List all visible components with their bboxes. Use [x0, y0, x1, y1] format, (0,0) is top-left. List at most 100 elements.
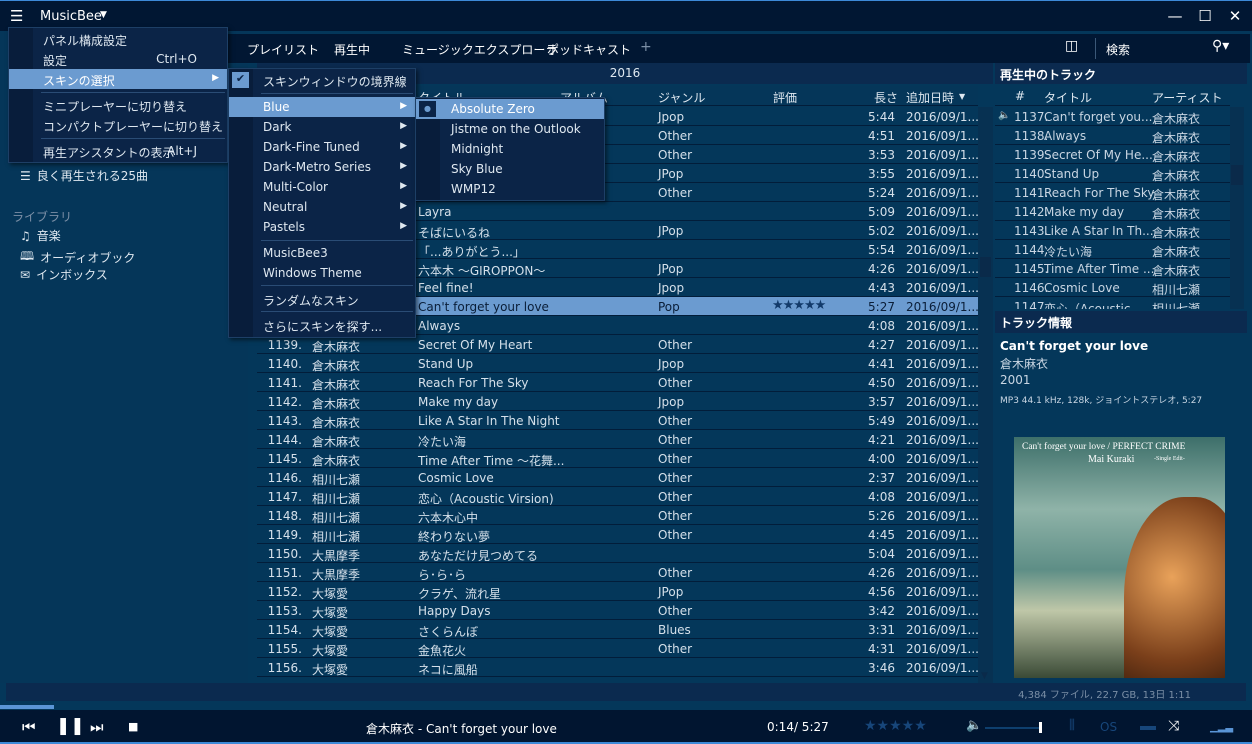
now-playing-row[interactable]: 1146. Cosmic Love 相川七瀬 [995, 278, 1230, 297]
table-row[interactable]: 1156. 大塚愛 ネコに風船 3:46 2016/09/1... [257, 658, 978, 677]
track-title: Secret Of My He... [1044, 148, 1153, 162]
table-row[interactable]: 1149. 相川七瀬 終わりない夢 Other 4:45 2016/09/1... [257, 525, 978, 544]
table-row[interactable]: 1142. 倉木麻衣 Make my day Jpop 3:57 2016/09/1... [257, 392, 978, 411]
column-genre[interactable]: ジャンル [658, 89, 705, 106]
maximize-button[interactable]: ☐ [1190, 7, 1220, 25]
tab-music-explorer[interactable]: ミュージックエクスプローラ [402, 41, 557, 58]
minimize-button[interactable]: — [1160, 7, 1190, 25]
track-length: 5:49 [868, 414, 895, 428]
column-length[interactable]: 長さ [874, 89, 898, 106]
menu-item-settings[interactable]: 設定 Ctrl+O [9, 49, 227, 69]
volume-icon[interactable]: 🔈 [966, 718, 982, 733]
now-playing-scrollbar[interactable] [1230, 107, 1244, 309]
sidebar-item-music[interactable]: ♫ 音楽 [20, 227, 61, 244]
volume-slider[interactable] [985, 727, 1041, 729]
tab-playlist[interactable]: プレイリスト [247, 41, 319, 58]
scrollbar[interactable]: ▼ [978, 107, 993, 683]
table-row[interactable]: 1155. 大塚愛 金魚花火 Other 4:31 2016/09/1... [257, 639, 978, 658]
menu-item-skin-blue[interactable]: Blue ▶ [229, 97, 415, 117]
table-row[interactable]: 1148. 相川七瀬 六本木心中 Other 5:26 2016/09/1... [257, 506, 978, 525]
column-artist[interactable]: アーティスト [1152, 89, 1223, 106]
menu-item-skin-sky-blue[interactable]: Sky Blue [416, 159, 604, 179]
add-tab-button[interactable]: + [640, 39, 652, 55]
spectrum-icon[interactable]: ▁▂▃ [1210, 722, 1233, 733]
search-input[interactable]: 検索 [1106, 41, 1130, 58]
next-track-button[interactable]: ⏭ [90, 718, 104, 736]
close-button[interactable]: ✕ [1220, 7, 1250, 25]
scrobble-icon[interactable] [1140, 726, 1156, 730]
now-playing-row[interactable]: 1142. Make my day 倉木麻衣 [995, 202, 1230, 221]
menu-item-skin-midnight[interactable]: Midnight [416, 139, 604, 159]
column-num[interactable]: # [1015, 89, 1025, 103]
menu-item-skin-neutral[interactable]: Neutral ▶ [229, 197, 415, 217]
menu-item-skin-dark-fine-tuned[interactable]: Dark-Fine Tuned ▶ [229, 137, 415, 157]
menu-item-skin-dark-metro-series[interactable]: Dark-Metro Series ▶ [229, 157, 415, 177]
table-row[interactable]: 1143. 倉木麻衣 Like A Star In The Night Other 5:… [257, 411, 978, 430]
search-icon[interactable]: ⚲▾ [1212, 38, 1229, 54]
repeat-icon[interactable]: OS [1100, 720, 1117, 734]
table-row[interactable]: 1152. 大塚愛 クラゲ、流れ星 JPop 4:56 2016/09/1... [257, 582, 978, 601]
column-rating[interactable]: 評価 [773, 89, 797, 106]
menu-item-skin-select[interactable]: スキンの選択 ▶ [9, 69, 227, 89]
tab-podcast[interactable]: ポッドキャスト [547, 41, 631, 58]
sidebar-item-audiobooks[interactable]: 🕮 オーディオブック [20, 247, 135, 268]
menu-item-skin-dark[interactable]: Dark ▶ [229, 117, 415, 137]
menu-item-more-skins[interactable]: さらにスキンを探す... [229, 315, 415, 335]
previous-track-button[interactable]: ⏮ [22, 718, 36, 736]
menu-item-musicbee3[interactable]: MusicBee3 [229, 243, 415, 263]
table-row[interactable]: 1150. 大黒摩季 あなただけ見つめてる 5:04 2016/09/1... [257, 544, 978, 563]
menu-item-windows-theme[interactable]: Windows Theme [229, 263, 415, 283]
menu-item-random-skin[interactable]: ランダムなスキン [229, 289, 415, 309]
column-title[interactable]: タイトル [1044, 89, 1092, 106]
menu-item-mini-player[interactable]: ミニプレーヤーに切り替え [9, 95, 227, 115]
equalizer-icon[interactable]: ⫼ [1069, 718, 1075, 733]
scroll-down-icon[interactable]: ▼ [981, 671, 988, 681]
table-row[interactable]: 1153. 大塚愛 Happy Days Other 3:42 2016/09/1... [257, 601, 978, 620]
shuffle-icon[interactable]: ⤨ [1168, 718, 1179, 734]
sidebar-item-inbox[interactable]: ✉ インボックス [20, 266, 108, 283]
menu-item-skin-multi-color[interactable]: Multi-Color ▶ [229, 177, 415, 197]
table-row[interactable]: 1141. 倉木麻衣 Reach For The Sky Other 4:50 2016/… [257, 373, 978, 392]
volume-slider-handle[interactable] [1039, 722, 1042, 733]
table-row[interactable]: 1154. 大塚愛 さくらんぼ Blues 3:31 2016/09/1... [257, 620, 978, 639]
hamburger-menu-icon[interactable]: ☰ [10, 7, 23, 25]
sidebar-item-playlist[interactable]: ☰ 良く再生される25曲 [20, 167, 148, 184]
now-playing-row[interactable]: 🔈 1137. Can't forget you... 倉木麻衣 [995, 107, 1230, 126]
now-playing-row[interactable]: 1143. Like A Star In Th... 倉木麻衣 [995, 221, 1230, 240]
menu-item-skin-border[interactable]: ✔ スキンウィンドウの境界線 [229, 70, 415, 90]
table-row[interactable]: 1145. 倉木麻衣 Time After Time 〜花舞... Other 4:00… [257, 449, 978, 468]
menu-item-label: Absolute Zero [451, 102, 535, 116]
now-playing-row[interactable]: 1145. Time After Time ... 倉木麻衣 [995, 259, 1230, 278]
now-playing-row[interactable]: 1141. Reach For The Sky 倉木麻衣 [995, 183, 1230, 202]
pause-button[interactable]: ❚❚ [56, 716, 85, 736]
track-rating[interactable]: ★★★★★ [772, 298, 826, 313]
app-title[interactable]: MusicBee [40, 9, 102, 24]
track-artist: 大黒摩季 [312, 568, 361, 582]
table-row[interactable]: 1144. 倉木麻衣 冷たい海 Other 4:21 2016/09/1... [257, 430, 978, 449]
scrollbar-thumb[interactable] [1231, 165, 1243, 185]
rating-stars[interactable]: ★★★★★ [864, 718, 927, 734]
menu-item-panel-layout[interactable]: パネル構成設定 [9, 29, 227, 49]
column-date-added[interactable]: 追加日時 [906, 89, 954, 106]
scrollbar-thumb[interactable] [980, 257, 991, 277]
chevron-down-icon[interactable]: ▼ [100, 10, 107, 20]
now-playing-row[interactable]: 1147. 恋心（Acoustic... 相川七瀬 [995, 297, 1230, 309]
now-playing-row[interactable]: 1144. 冷たい海 倉木麻衣 [995, 240, 1230, 259]
now-playing-row[interactable]: 1138. Always 倉木麻衣 [995, 126, 1230, 145]
now-playing-row[interactable]: 1140. Stand Up 倉木麻衣 [995, 164, 1230, 183]
menu-item-skin-wmp12[interactable]: WMP12 [416, 179, 604, 199]
menu-item-skin-pastels[interactable]: Pastels ▶ [229, 217, 415, 237]
table-row[interactable]: 1146. 相川七瀬 Cosmic Love Other 2:37 2016/09/1..… [257, 468, 978, 487]
tab-now-playing[interactable]: 再生中 [334, 41, 370, 58]
table-row[interactable]: 1140. 倉木麻衣 Stand Up Jpop 4:41 2016/09/1... [257, 354, 978, 373]
menu-item-play-assistant[interactable]: 再生アシスタントの表示 Alt+J [9, 141, 227, 161]
menu-item-compact-player[interactable]: コンパクトプレーヤーに切り替え [9, 115, 227, 135]
menu-item-skin-jistme-on-the-outlook[interactable]: Jistme on the Outlook [416, 119, 604, 139]
now-playing-row[interactable]: 1139. Secret Of My He... 倉木麻衣 [995, 145, 1230, 164]
menu-item-skin-absolute-zero[interactable]: ● Absolute Zero [416, 99, 604, 119]
stop-button[interactable]: ■ [128, 720, 138, 733]
seek-bar[interactable] [0, 705, 1252, 709]
table-row[interactable]: 1147. 相川七瀬 恋心（Acoustic Virsion) Other 4:08 20… [257, 487, 978, 506]
layout-panel-icon[interactable]: ◫ [1065, 38, 1078, 54]
table-row[interactable]: 1151. 大黒摩季 ら･ら･ら Other 4:26 2016/09/1... [257, 563, 978, 582]
